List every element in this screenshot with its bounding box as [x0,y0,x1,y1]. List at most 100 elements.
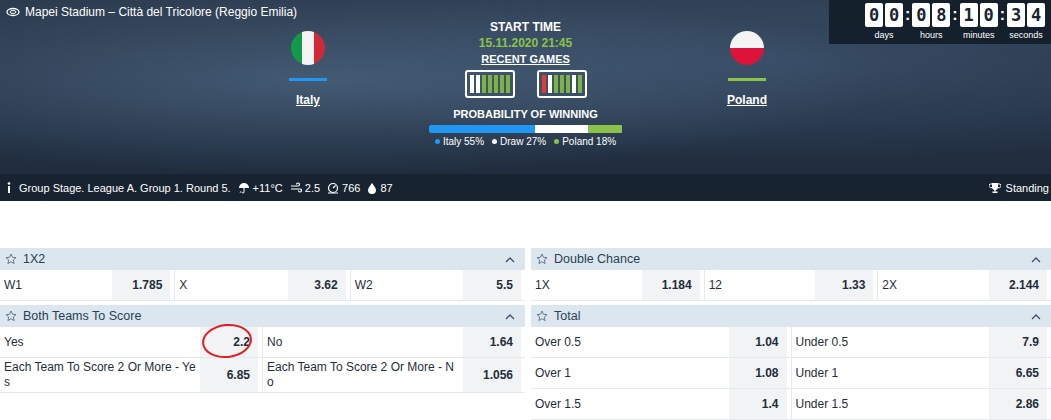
outcome[interactable]: 1X 1.184 [531,270,705,300]
pressure-icon [327,182,339,194]
market-row: Each Team To Score 2 Or More - Yes 6.85 … [0,358,525,393]
star-icon[interactable] [536,253,548,265]
outcome[interactable]: Under 1.5 2.86 [792,389,1051,419]
outcome[interactable]: X 3.62 [175,270,350,300]
trophy-icon [989,182,1001,194]
outcome[interactable]: Each Team To Score 2 Or More - No 1.056 [263,358,525,392]
market-row: Over 0.5 1.04 Under 0.5 7.9 [531,327,1051,358]
outcome[interactable]: 12 1.33 [705,270,879,300]
countdown-digit: 8 [932,3,950,27]
odds[interactable]: 1.08 [729,358,787,388]
odds[interactable]: 1.64 [463,327,521,357]
market-title: Both Teams To Score [23,309,499,323]
home-recent-games[interactable] [465,70,515,98]
weather-stat: 2.5 [290,182,320,194]
team-name[interactable]: Italy [296,93,320,107]
result-bar [560,75,564,93]
market: Double Chance 1X 1.184 12 1.33 2X 2.144 [531,248,1051,301]
recent-games-link[interactable]: RECENT GAMES [481,53,570,65]
chevron-up-icon[interactable] [505,256,515,263]
market-header[interactable]: Double Chance [531,248,1051,270]
outcome[interactable]: Each Team To Score 2 Or More - Yes 6.85 [0,358,263,392]
away-team[interactable]: Poland [665,24,829,174]
odds[interactable]: 6.85 [200,358,258,392]
standings-link[interactable]: Standing [989,182,1051,194]
outcome[interactable]: W1 1.785 [0,270,175,300]
result-bar [572,75,576,93]
countdown-separator: : [905,3,910,27]
poland-flag-icon [729,30,765,66]
match-banner: Mapei Stadium – Città del Tricolore (Reg… [0,0,1051,201]
legend-item: Italy 55% [435,136,484,147]
countdown-digit: 0 [980,3,998,27]
outcome-label: 2X [878,270,989,300]
outcome-label: 12 [705,270,816,300]
outcome[interactable]: 2X 2.144 [878,270,1051,300]
outcome[interactable]: No 1.64 [263,327,525,357]
odds[interactable]: 5.5 [463,270,521,300]
chevron-up-icon[interactable] [1031,256,1041,263]
result-bar [542,75,546,93]
outcome[interactable]: Yes 2.2 [0,327,263,357]
odds[interactable]: 3.62 [288,270,346,300]
countdown-separator: : [1000,3,1005,27]
red-circle-annotation [200,321,253,360]
market-column: Double Chance 1X 1.184 12 1.33 2X 2.144 … [531,248,1051,420]
result-bar [548,75,552,93]
countdown-separator: : [952,3,957,27]
star-icon[interactable] [5,253,17,265]
probability-label: PROBABILITY OF WINNING [453,108,598,120]
result-bar [488,75,492,93]
star-icon[interactable] [536,310,548,322]
countdown-unit: 00 days [865,3,903,40]
outcome[interactable]: W2 5.5 [351,270,525,300]
outcome[interactable]: Over 1 1.08 [531,358,792,388]
odds[interactable]: 1.056 [463,358,521,392]
drop-icon [367,182,377,194]
start-time: 15.11.2020 21:45 [479,36,572,50]
odds[interactable]: 2.144 [989,270,1047,300]
outcome-label: Over 1 [531,358,729,388]
countdown-unit: 10 minutes [960,3,998,40]
outcome[interactable]: Under 1 6.65 [792,358,1051,388]
outcome-label: Each Team To Score 2 Or More - No [263,358,463,392]
star-icon[interactable] [5,310,17,322]
odds[interactable]: 1.4 [729,389,787,419]
odds[interactable]: 1.04 [729,327,787,357]
market-header[interactable]: 1X2 [0,248,525,270]
outcome[interactable]: Over 1.5 1.4 [531,389,792,419]
market-row: Over 1.5 1.4 Under 1.5 2.86 [531,389,1051,420]
wind-icon [290,182,302,194]
market-row: Over 1 1.08 Under 1 6.65 [531,358,1051,389]
result-bar [578,75,582,93]
result-bar [494,75,498,93]
outcome[interactable]: Over 0.5 1.04 [531,327,792,357]
odds[interactable]: 6.65 [989,358,1047,388]
chevron-up-icon[interactable] [1031,313,1041,320]
odds[interactable]: 7.9 [989,327,1047,357]
result-bar [566,75,570,93]
probability-legend: Italy 55%Draw 27%Poland 18% [435,136,616,147]
odds[interactable]: 2.2 [200,327,258,357]
away-recent-games[interactable] [537,70,587,98]
outcome[interactable]: Under 0.5 7.9 [792,327,1051,357]
market-header[interactable]: Total [531,305,1051,327]
countdown-digit: 3 [1007,3,1025,27]
odds[interactable]: 1.785 [112,270,170,300]
outcome-label: Under 1.5 [792,389,990,419]
start-label: START TIME [490,20,561,34]
market: Both Teams To Score Yes 2.2 No 1.64 Each… [0,305,525,393]
market-row: 1X 1.184 12 1.33 2X 2.144 [531,270,1051,301]
market-header[interactable]: Both Teams To Score [0,305,525,327]
chevron-up-icon[interactable] [505,313,515,320]
odds[interactable]: 2.86 [989,389,1047,419]
market-row: W1 1.785 X 3.62 W2 5.5 [0,270,525,301]
outcome-label: Under 0.5 [792,327,990,357]
outcome-label: Yes [0,327,200,357]
home-team[interactable]: Italy [230,24,386,174]
result-bar [500,75,504,93]
outcome-label: W2 [351,270,463,300]
odds[interactable]: 1.33 [815,270,873,300]
team-name[interactable]: Poland [727,93,767,107]
odds[interactable]: 1.184 [642,270,700,300]
